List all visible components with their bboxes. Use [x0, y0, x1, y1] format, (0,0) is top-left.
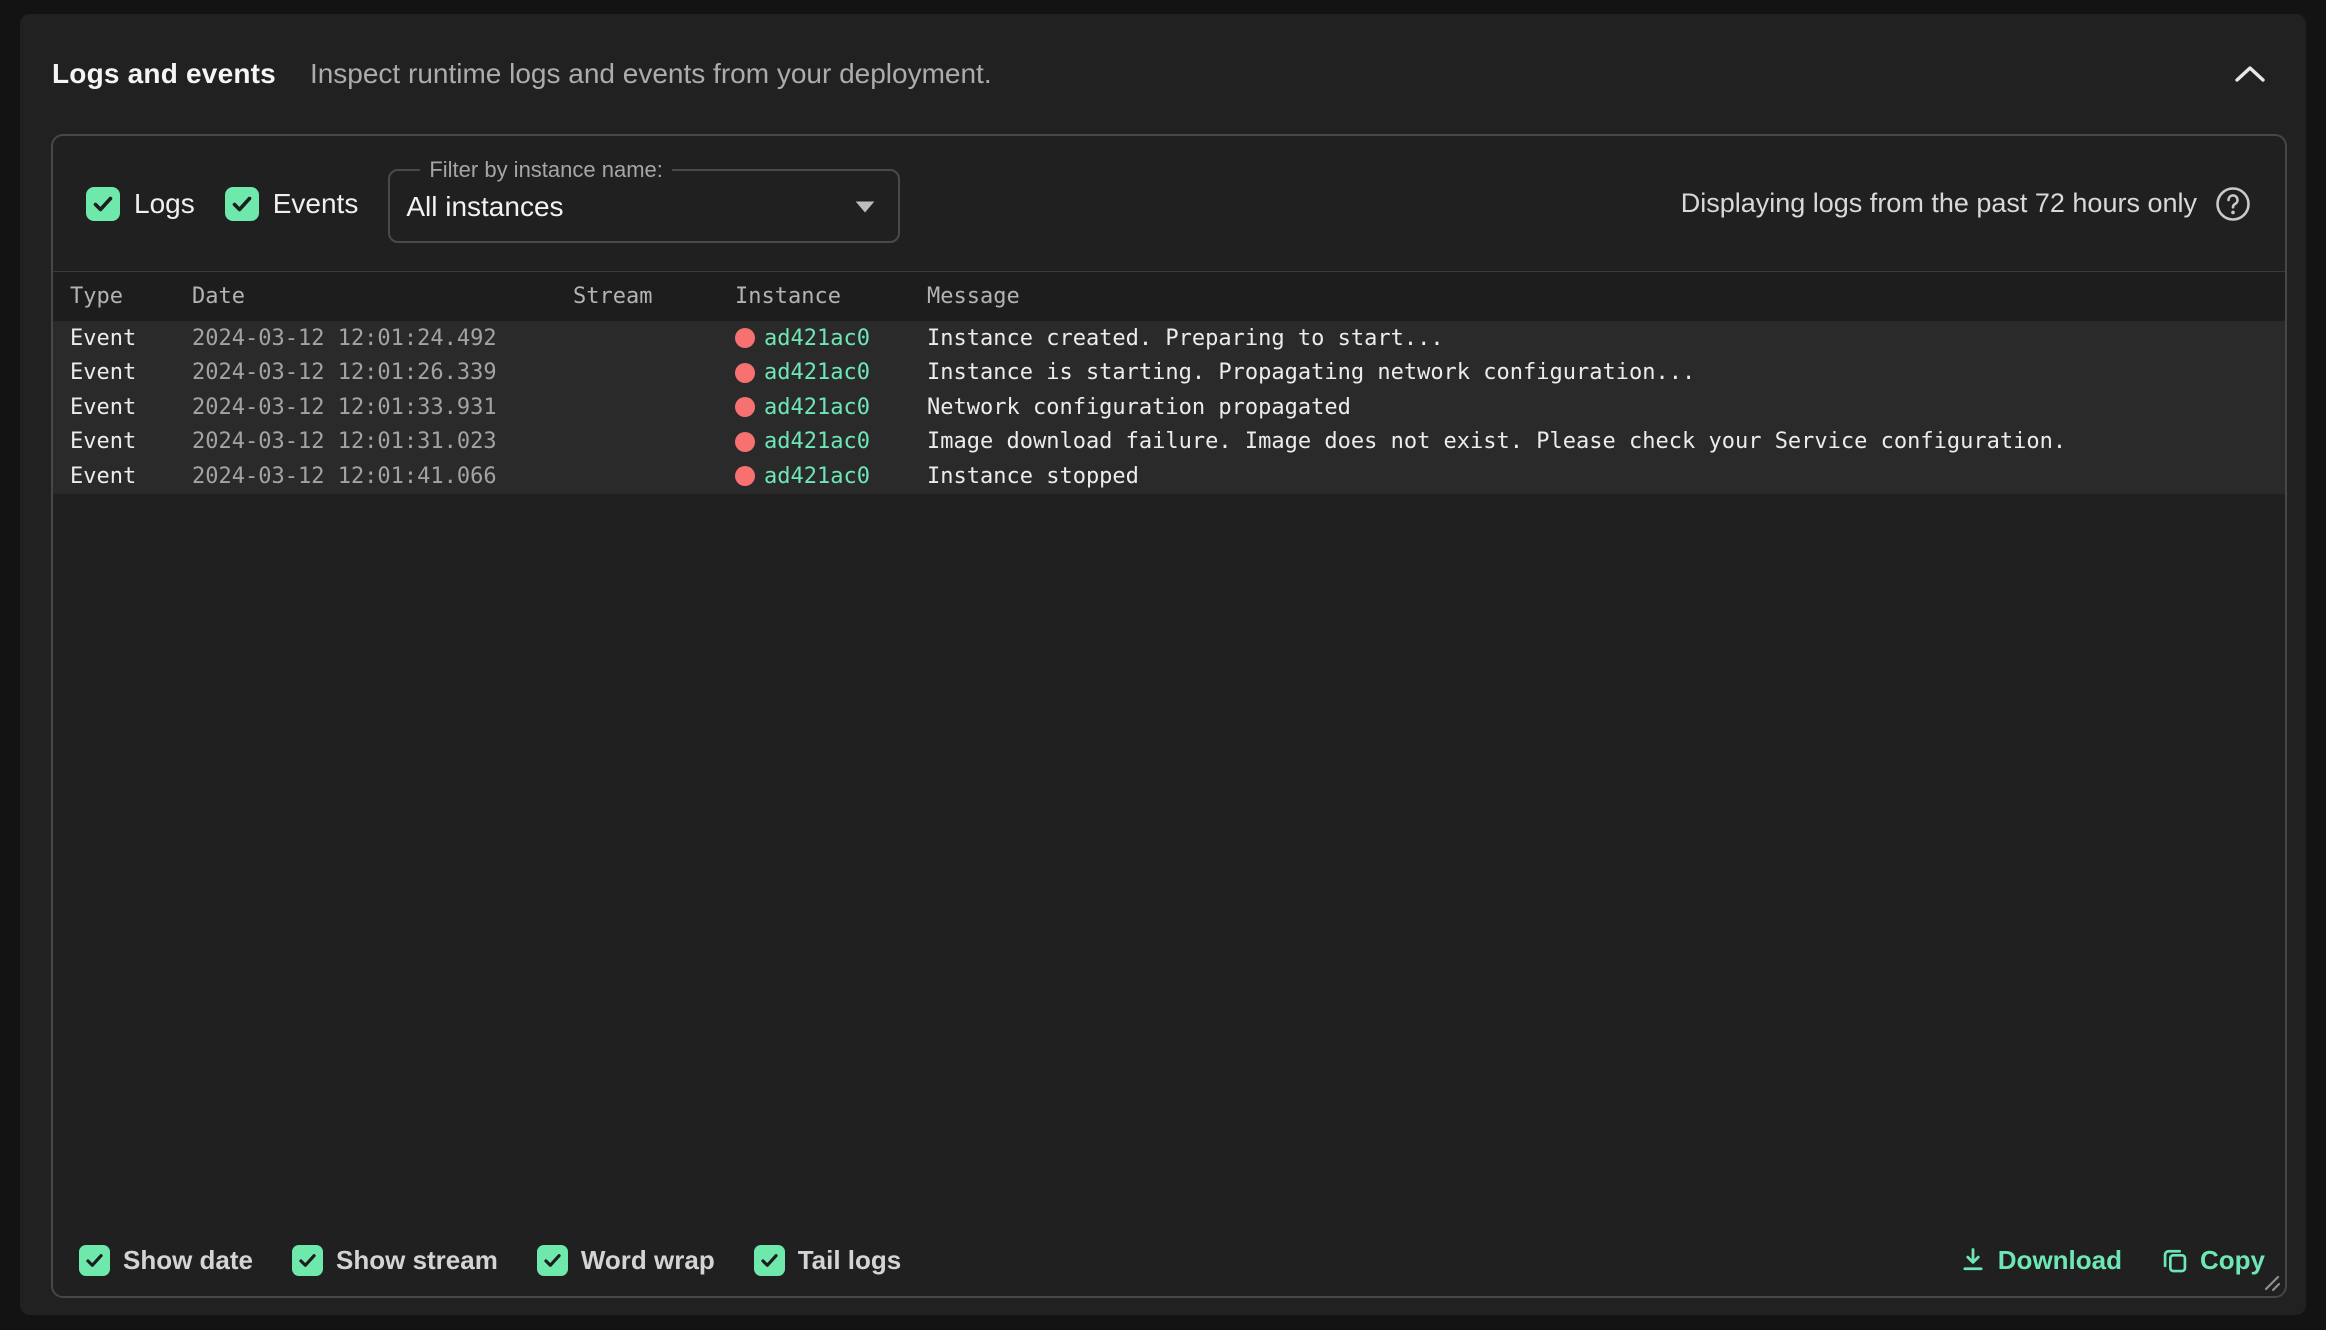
instance-name: ad421ac0 — [764, 464, 870, 489]
instance-name: ad421ac0 — [764, 326, 870, 351]
events-checkbox[interactable]: Events — [225, 187, 359, 221]
checkbox-checked-icon[interactable] — [537, 1245, 568, 1276]
question-mark-icon — [2214, 185, 2252, 223]
tail-logs-label: Tail logs — [798, 1245, 902, 1276]
instance-name: ad421ac0 — [764, 429, 870, 454]
log-date: 2024-03-12 12:01:24.492 — [192, 326, 573, 351]
log-rows: Event 2024-03-12 12:01:24.492 ad421ac0 I… — [53, 321, 2285, 494]
log-message: Instance created. Preparing to start... — [927, 326, 2285, 351]
word-wrap-label: Word wrap — [581, 1245, 715, 1276]
log-message: Instance stopped — [927, 464, 2285, 489]
show-stream-label: Show stream — [336, 1245, 498, 1276]
column-header-date: Date — [192, 284, 573, 309]
instance-name: ad421ac0 — [764, 395, 870, 420]
column-header-instance: Instance — [735, 284, 927, 309]
copy-button[interactable]: Copy — [2161, 1245, 2265, 1276]
logs-checkbox-label: Logs — [134, 188, 195, 220]
log-footer: Show date Show stream Word wrap Tail log… — [53, 1230, 2285, 1296]
checkbox-checked-icon[interactable] — [225, 187, 259, 221]
logs-checkbox[interactable]: Logs — [86, 187, 195, 221]
log-type: Event — [70, 360, 192, 385]
column-header-message: Message — [927, 284, 2285, 309]
log-instance: ad421ac0 — [735, 326, 927, 351]
column-header-stream: Stream — [573, 284, 735, 309]
log-type: Event — [70, 464, 192, 489]
log-row[interactable]: Event 2024-03-12 12:01:31.023 ad421ac0 I… — [53, 425, 2285, 460]
show-date-label: Show date — [123, 1245, 253, 1276]
log-date: 2024-03-12 12:01:31.023 — [192, 429, 573, 454]
log-type: Event — [70, 395, 192, 420]
retention-note: Displaying logs from the past 72 hours o… — [1681, 184, 2253, 224]
log-instance: ad421ac0 — [735, 360, 927, 385]
collapse-panel-button[interactable] — [2228, 52, 2272, 96]
log-type: Event — [70, 326, 192, 351]
log-date: 2024-03-12 12:01:26.339 — [192, 360, 573, 385]
log-row[interactable]: Event 2024-03-12 12:01:33.931 ad421ac0 N… — [53, 390, 2285, 425]
word-wrap-checkbox[interactable]: Word wrap — [537, 1245, 715, 1276]
instance-status-dot — [735, 466, 755, 486]
log-type: Event — [70, 429, 192, 454]
download-icon — [1959, 1246, 1987, 1274]
log-viewer-panel: Logs Events Filter by instance name: All… — [51, 134, 2287, 1298]
resize-grip-handle[interactable] — [2256, 1267, 2282, 1293]
copy-icon — [2161, 1246, 2189, 1274]
log-message: Instance is starting. Propagating networ… — [927, 360, 2285, 385]
log-date: 2024-03-12 12:01:33.931 — [192, 395, 573, 420]
page-title: Logs and events — [52, 58, 276, 90]
log-row[interactable]: Event 2024-03-12 12:01:26.339 ad421ac0 I… — [53, 356, 2285, 391]
instance-filter-select[interactable]: Filter by instance name: All instances — [388, 157, 900, 243]
chevron-up-icon — [2234, 65, 2266, 83]
instance-filter-control[interactable]: All instances — [406, 187, 876, 223]
instance-filter-label: Filter by instance name: — [420, 157, 672, 183]
log-message: Network configuration propagated — [927, 395, 2285, 420]
log-message: Image download failure. Image does not e… — [927, 429, 2285, 454]
filter-bar: Logs Events Filter by instance name: All… — [53, 136, 2285, 271]
instance-filter-value: All instances — [406, 191, 563, 223]
log-instance: ad421ac0 — [735, 429, 927, 454]
show-date-checkbox[interactable]: Show date — [79, 1245, 253, 1276]
checkbox-checked-icon[interactable] — [292, 1245, 323, 1276]
instance-status-dot — [735, 363, 755, 383]
card-header: Logs and events Inspect runtime logs and… — [20, 14, 2306, 134]
logs-and-events-card: Logs and events Inspect runtime logs and… — [20, 14, 2306, 1315]
log-instance: ad421ac0 — [735, 464, 927, 489]
instance-status-dot — [735, 328, 755, 348]
log-instance: ad421ac0 — [735, 395, 927, 420]
checkbox-checked-icon[interactable] — [79, 1245, 110, 1276]
log-empty-area — [53, 494, 2285, 1231]
checkbox-checked-icon[interactable] — [86, 187, 120, 221]
column-header-type: Type — [70, 284, 192, 309]
tail-logs-checkbox[interactable]: Tail logs — [754, 1245, 902, 1276]
page-subtitle: Inspect runtime logs and events from you… — [310, 58, 992, 90]
log-table-header: Type Date Stream Instance Message — [53, 271, 2285, 321]
log-date: 2024-03-12 12:01:41.066 — [192, 464, 573, 489]
chevron-down-icon — [854, 200, 876, 214]
events-checkbox-label: Events — [273, 188, 359, 220]
instance-status-dot — [735, 432, 755, 452]
download-button[interactable]: Download — [1959, 1245, 2122, 1276]
instance-name: ad421ac0 — [764, 360, 870, 385]
instance-status-dot — [735, 397, 755, 417]
show-stream-checkbox[interactable]: Show stream — [292, 1245, 498, 1276]
retention-note-text: Displaying logs from the past 72 hours o… — [1681, 188, 2197, 219]
log-row[interactable]: Event 2024-03-12 12:01:41.066 ad421ac0 I… — [53, 459, 2285, 494]
help-button[interactable] — [2213, 184, 2253, 224]
checkbox-checked-icon[interactable] — [754, 1245, 785, 1276]
download-button-label: Download — [1998, 1245, 2122, 1276]
log-row[interactable]: Event 2024-03-12 12:01:24.492 ad421ac0 I… — [53, 321, 2285, 356]
